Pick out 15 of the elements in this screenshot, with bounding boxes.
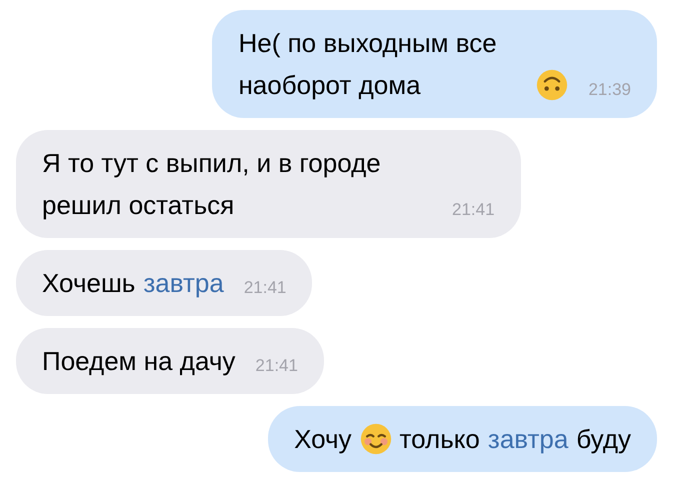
message-time: 21:41 [255, 356, 298, 376]
blushing-smiley-icon [360, 423, 392, 455]
message-time: 21:41 [452, 200, 495, 220]
message-text: Хочу [294, 423, 352, 456]
message-text: Не( по выходным все наоборот дома [238, 27, 498, 102]
upside-down-smiley-icon [536, 69, 568, 101]
message-text: Я то тут с выпил, и в городе решил остаться [42, 147, 382, 222]
message-time: 21:39 [588, 80, 631, 100]
message-time: 21:41 [244, 278, 286, 298]
message-text: Поедем на дачу [42, 345, 236, 378]
message-text: только [400, 423, 480, 456]
message-text: буду [576, 423, 631, 456]
message-link[interactable]: завтра [488, 418, 568, 460]
message-text: Хочешь [42, 267, 136, 300]
message-link[interactable]: завтра [143, 262, 224, 304]
